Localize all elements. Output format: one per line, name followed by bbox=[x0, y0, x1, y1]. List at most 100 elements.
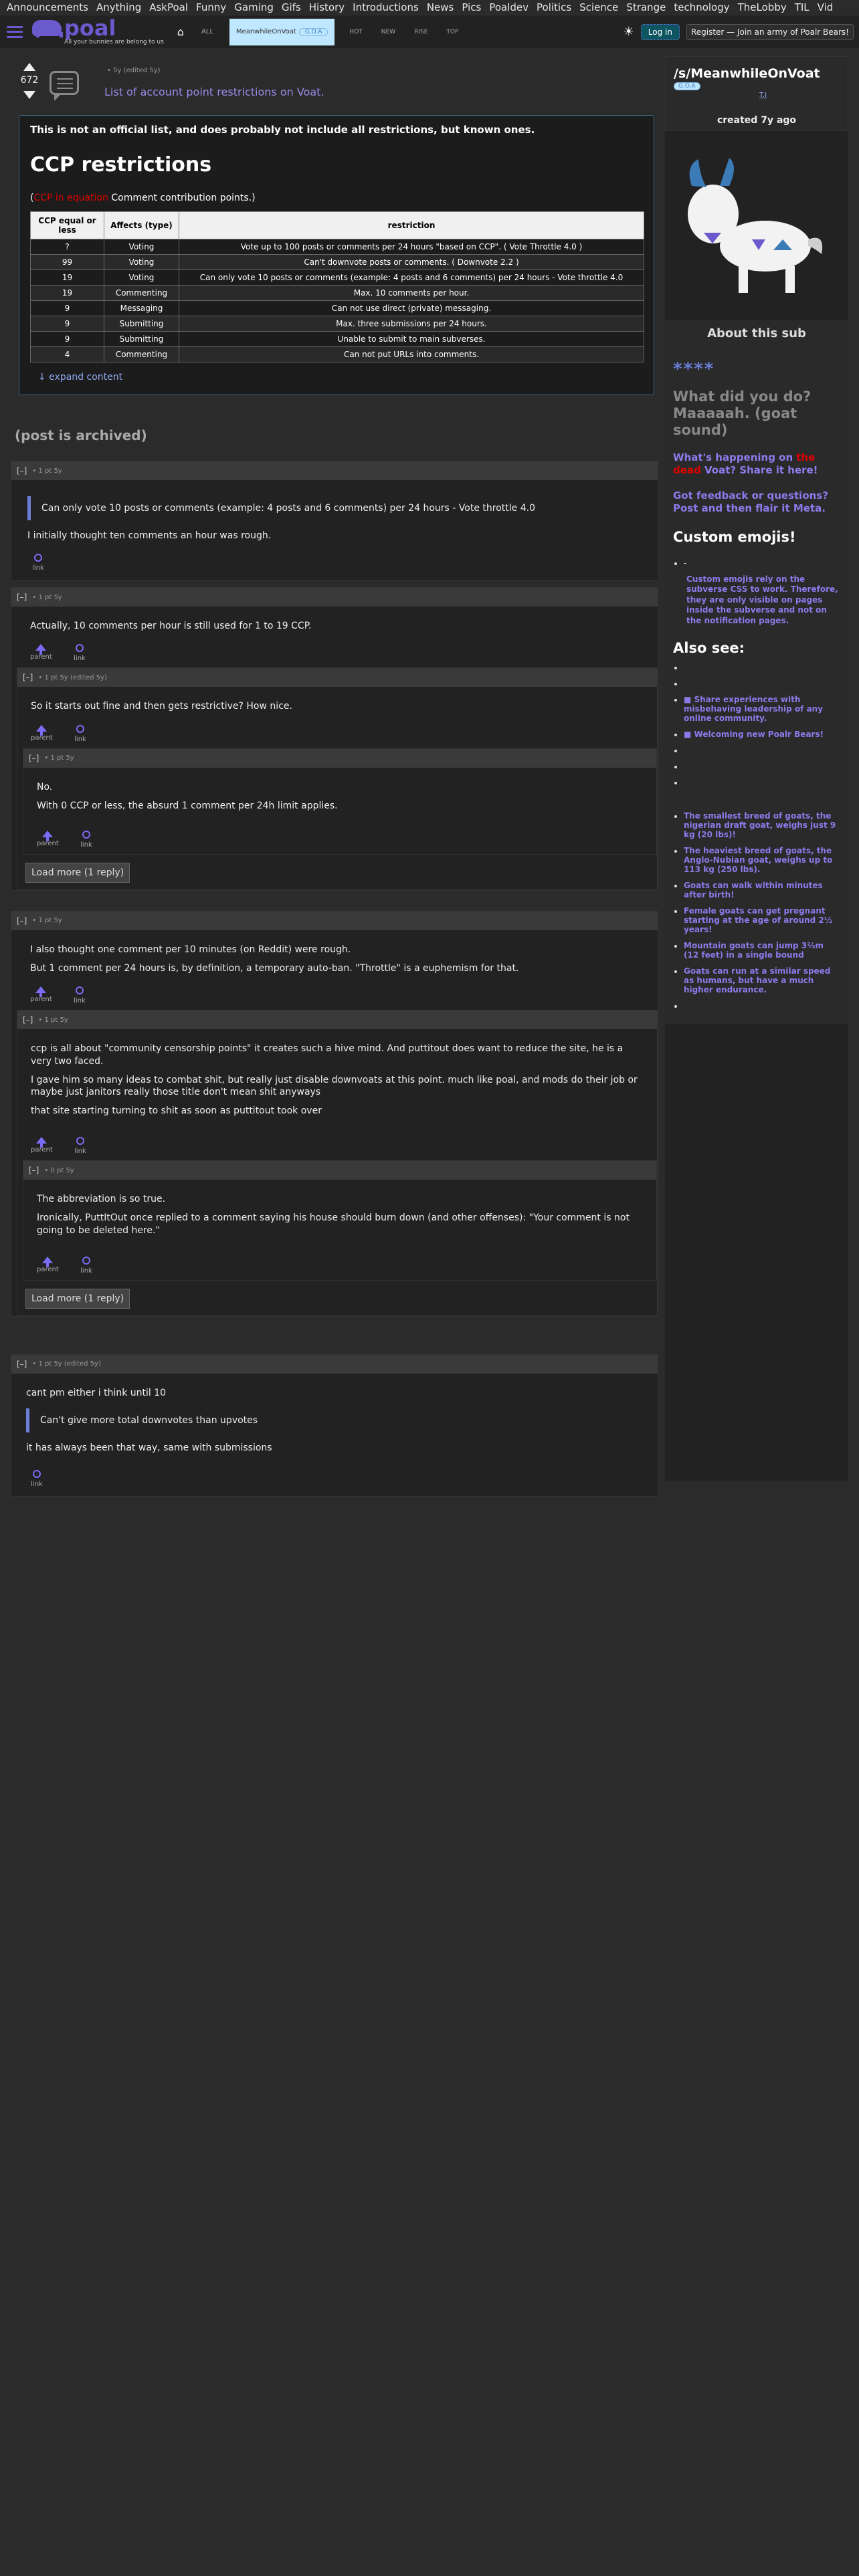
subverse-link[interactable]: TIL bbox=[791, 1, 814, 13]
collapse-toggle[interactable]: [–] bbox=[17, 593, 27, 602]
parent-icon bbox=[36, 1137, 47, 1148]
parent-button[interactable]: parent bbox=[30, 644, 52, 662]
link-icon bbox=[74, 723, 86, 735]
subverse-link[interactable]: Strange bbox=[622, 1, 670, 13]
all-link[interactable]: ALL bbox=[201, 28, 213, 35]
theme-toggle-icon[interactable]: ☀ bbox=[624, 25, 634, 39]
vote-box: 672 bbox=[17, 63, 41, 99]
subverse-link[interactable]: Gaming bbox=[230, 1, 278, 13]
collapse-toggle[interactable]: [–] bbox=[29, 1166, 39, 1175]
subverse-title[interactable]: /s/MeanwhileOnVoat bbox=[674, 66, 820, 81]
link-icon bbox=[80, 829, 92, 841]
subverse-link[interactable]: Poaldev bbox=[485, 1, 533, 13]
subverse-tab[interactable]: MeanwhileOnVoat G.O.A bbox=[229, 18, 335, 45]
affects-cell: Voting bbox=[104, 254, 179, 270]
see-item[interactable] bbox=[684, 762, 840, 771]
also-see-heading: Also see: bbox=[673, 639, 745, 656]
created-date: created 7y ago bbox=[717, 115, 797, 126]
tab-hot[interactable]: HOT bbox=[349, 29, 362, 35]
subverse-link[interactable]: Science bbox=[575, 1, 622, 13]
ccp-table: CCP equal or less Affects (type) restric… bbox=[30, 211, 644, 362]
parent-button[interactable]: parent bbox=[31, 724, 53, 743]
upvote-icon[interactable] bbox=[23, 63, 35, 71]
collapse-toggle[interactable]: [–] bbox=[23, 673, 33, 682]
post-heading: CCP restrictions bbox=[30, 153, 212, 177]
link-button[interactable]: link bbox=[76, 1255, 97, 1275]
comment-text: it has always been that way, same with s… bbox=[26, 1442, 272, 1453]
parent-button[interactable]: parent bbox=[37, 1256, 59, 1275]
collapse-toggle[interactable]: [–] bbox=[17, 1360, 27, 1369]
ti-link[interactable]: T.I bbox=[759, 92, 840, 99]
comment: [–] • 1 pt 5y Actually, 10 comments per h… bbox=[11, 587, 658, 891]
collapse-toggle[interactable]: [–] bbox=[17, 916, 27, 926]
subverse-link[interactable]: Pics bbox=[458, 1, 485, 13]
see-item[interactable]: ■ Share experiences with misbehaving lea… bbox=[684, 695, 840, 723]
link-button[interactable]: link bbox=[76, 829, 97, 849]
emoji-item: - bbox=[684, 558, 840, 568]
comment-children: [–] • 1 pt 5y (edited 5y) So it starts ou… bbox=[17, 667, 658, 890]
see-item[interactable] bbox=[684, 663, 840, 672]
downvote-icon[interactable] bbox=[23, 91, 35, 99]
subverse-link[interactable]: Announcements bbox=[3, 1, 92, 13]
subverse-link[interactable]: Funny bbox=[192, 1, 230, 13]
share-link[interactable]: What's happening on the dead Voat? Share… bbox=[673, 451, 840, 477]
see-item[interactable] bbox=[684, 679, 840, 688]
tab-rise[interactable]: RISE bbox=[414, 29, 427, 35]
tagline: All your bunnies are belong to us bbox=[64, 38, 164, 45]
legend-rest: Comment contribution points.) bbox=[108, 193, 256, 203]
home-icon[interactable]: ⌂ bbox=[177, 25, 184, 38]
feedback-link[interactable]: Got feedback or questions? Post and then… bbox=[673, 490, 840, 516]
subverse-link[interactable]: technology bbox=[670, 1, 733, 13]
affects-cell: Messaging bbox=[104, 300, 179, 316]
subverse-link[interactable]: TheLobby bbox=[734, 1, 791, 13]
parent-button[interactable]: parent bbox=[30, 986, 52, 1004]
collapse-toggle[interactable]: [–] bbox=[29, 754, 39, 763]
register-button[interactable]: Register — Join an army of Poalr Bears! bbox=[686, 23, 854, 40]
post-intro: This is not an official list, and does p… bbox=[30, 124, 535, 136]
subverse-link[interactable]: AskPoal bbox=[145, 1, 192, 13]
comment-quote: Can only vote 10 posts or comments (exam… bbox=[27, 496, 644, 520]
link-button[interactable]: link bbox=[26, 1468, 47, 1488]
comment-text: I gave him so many ideas to combat shit,… bbox=[31, 1074, 638, 1097]
parent-icon bbox=[42, 830, 53, 841]
post-title[interactable]: List of account point restrictions on Vo… bbox=[104, 86, 324, 98]
restriction-cell: Max. 10 comments per hour. bbox=[179, 285, 644, 301]
link-button[interactable]: link bbox=[69, 984, 90, 1004]
ccp-cell: 19 bbox=[30, 285, 104, 301]
link-button[interactable]: link bbox=[70, 723, 91, 743]
tab-top[interactable]: TOP bbox=[446, 29, 458, 35]
link-button[interactable]: link bbox=[70, 1135, 91, 1155]
collapse-toggle[interactable]: [–] bbox=[23, 1015, 33, 1025]
subverse-link[interactable]: News bbox=[423, 1, 458, 13]
comment-text: that site starting turning to shit as so… bbox=[31, 1105, 322, 1117]
link-button[interactable]: link bbox=[27, 552, 49, 572]
comment-text: With 0 CCP or less, the absurd 1 comment… bbox=[37, 800, 338, 811]
see-item[interactable] bbox=[684, 778, 840, 787]
load-more-button[interactable]: Load more (1 reply) bbox=[25, 1288, 130, 1309]
subverse-link[interactable]: Introductions bbox=[349, 1, 423, 13]
load-more-button[interactable]: Load more (1 reply) bbox=[25, 862, 130, 883]
expand-content-link[interactable]: ↓ expand content bbox=[38, 372, 643, 383]
parent-button[interactable]: parent bbox=[37, 830, 59, 849]
see-item[interactable]: ■ Welcoming new Poalr Bears! bbox=[684, 730, 840, 739]
collapse-toggle[interactable]: [–] bbox=[17, 466, 27, 475]
parent-button[interactable]: parent bbox=[31, 1137, 53, 1155]
subverse-link[interactable]: Gifs bbox=[278, 1, 305, 13]
link-button[interactable]: link bbox=[69, 642, 90, 662]
subverse-link[interactable]: History bbox=[305, 1, 349, 13]
restriction-cell: Can not put URLs into comments. bbox=[179, 346, 644, 362]
login-button[interactable]: Log in bbox=[640, 23, 680, 40]
subverse-link[interactable]: Anything bbox=[92, 1, 145, 13]
tab-new[interactable]: NEW bbox=[381, 29, 395, 35]
subverse-link[interactable]: Vid bbox=[814, 1, 838, 13]
subverse-link[interactable]: Politics bbox=[533, 1, 575, 13]
emoji-bullet: - bbox=[684, 558, 687, 568]
ccp-cell: 9 bbox=[30, 300, 104, 316]
ccp-row: 4 Commenting Can not put URLs into comment… bbox=[30, 346, 644, 362]
site-logo[interactable]: poal All your bunnies are belong to us bbox=[32, 17, 164, 45]
see-item-label: ■ Welcoming new Poalr Bears! bbox=[684, 729, 824, 739]
menu-icon[interactable] bbox=[7, 25, 23, 38]
goat-fact: Goats can run at a similar speed as huma… bbox=[684, 966, 840, 994]
see-item[interactable] bbox=[684, 746, 840, 755]
comment-text: I initially thought ten comments an hour… bbox=[27, 530, 272, 541]
